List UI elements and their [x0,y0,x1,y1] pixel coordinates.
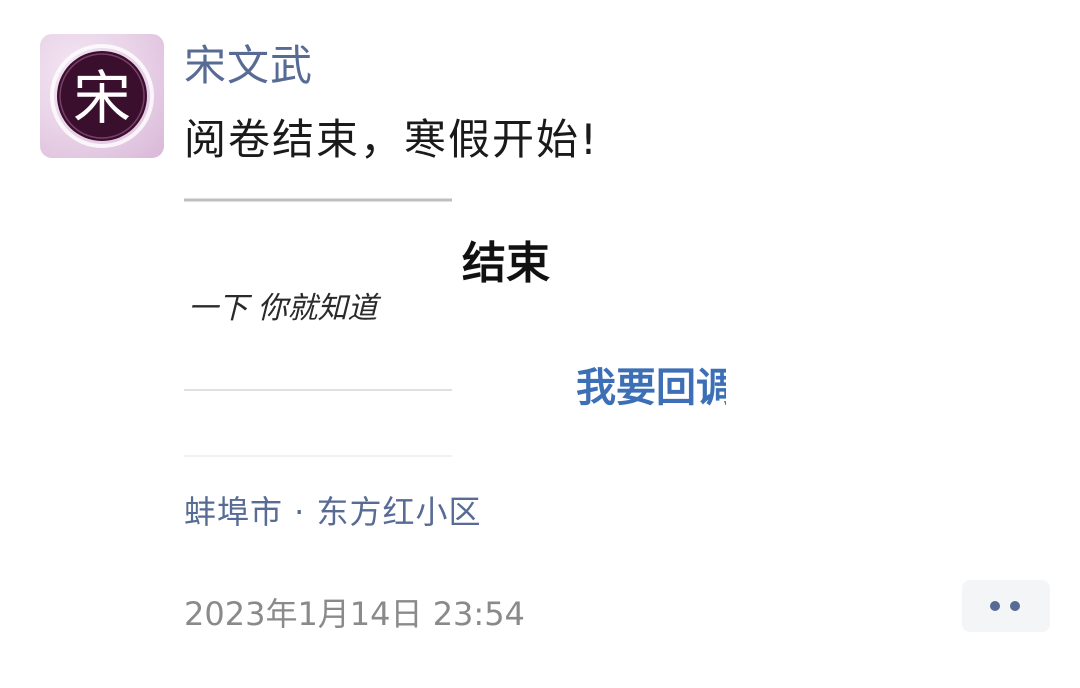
avatar-char: 宋 [73,64,131,132]
post-text: 阅卷结束，寒假开始! [184,115,599,164]
image-link: 我要回调 [576,365,726,411]
timestamp: 2023年1月14日 23:54 [184,595,525,633]
image-title: 结束 [462,238,550,289]
image-lines: 一下 你就知道 [184,190,732,462]
more-button[interactable] [962,580,1050,632]
author-name[interactable]: 宋文武 [184,38,313,94]
avatar[interactable]: 宋 [40,34,164,158]
post-image[interactable]: 一下 你就知道 结束 我要回调 [184,190,732,462]
avatar-icon: 宋 [50,44,154,148]
location[interactable]: 蚌埠市 · 东方红小区 [184,490,482,534]
handwriting-text: 一下 你就知道 [188,291,382,326]
